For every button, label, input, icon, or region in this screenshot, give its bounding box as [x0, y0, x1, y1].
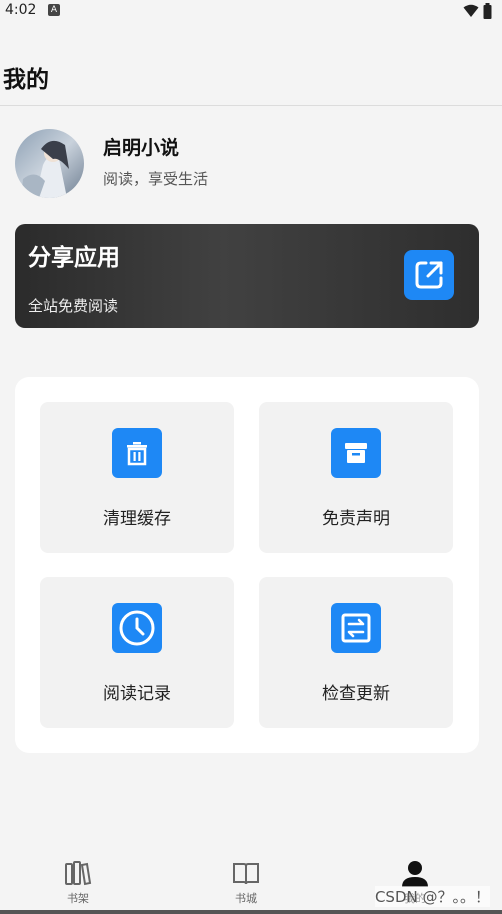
reading-history-tile[interactable]: 阅读记录 [40, 577, 234, 728]
tools-grid: 清理缓存 免责声明 阅读记录 检查更新 [15, 377, 479, 753]
clock-icon [112, 603, 162, 653]
profile-name: 启明小说 [103, 137, 180, 159]
title-divider [0, 105, 502, 106]
nav-label-bookstore: 书城 [235, 892, 257, 905]
nav-label-bookshelf: 书架 [67, 892, 89, 905]
trash-icon [112, 428, 162, 478]
check-update-label: 检查更新 [322, 684, 390, 704]
nav-item-bookstore[interactable]: 书城 [206, 858, 286, 906]
wifi-icon [463, 4, 479, 17]
share-card-subtitle: 全站免费阅读 [28, 297, 119, 315]
nav-item-bookshelf[interactable]: 书架 [38, 858, 118, 906]
avatar[interactable] [15, 129, 84, 198]
reading-history-label: 阅读记录 [103, 684, 171, 704]
disclaimer-label: 免责声明 [322, 509, 390, 529]
share-app-card[interactable]: 分享应用 全站免费阅读 [15, 224, 479, 328]
profile-subtitle: 阅读，享受生活 [103, 170, 209, 188]
bookshelf-icon [65, 861, 92, 886]
book-open-icon [233, 863, 259, 885]
clear-cache-tile[interactable]: 清理缓存 [40, 402, 234, 553]
status-icons [463, 3, 492, 19]
update-arrows-icon [331, 603, 381, 653]
person-icon [402, 861, 428, 887]
share-card-title: 分享应用 [28, 245, 120, 271]
clear-cache-label: 清理缓存 [103, 509, 171, 529]
check-update-tile[interactable]: 检查更新 [259, 577, 453, 728]
status-time: 4:02 [5, 2, 37, 18]
watermark: CSDN @？。。！ [374, 886, 490, 907]
external-link-icon [415, 261, 443, 289]
archive-icon [331, 428, 381, 478]
status-bar: 4:02 A [0, 0, 502, 22]
battery-icon [483, 3, 492, 19]
gesture-bar [0, 910, 502, 914]
disclaimer-tile[interactable]: 免责声明 [259, 402, 453, 553]
page-title: 我的 [3, 67, 49, 93]
notification-badge-icon: A [48, 4, 60, 16]
share-button[interactable] [404, 250, 454, 300]
